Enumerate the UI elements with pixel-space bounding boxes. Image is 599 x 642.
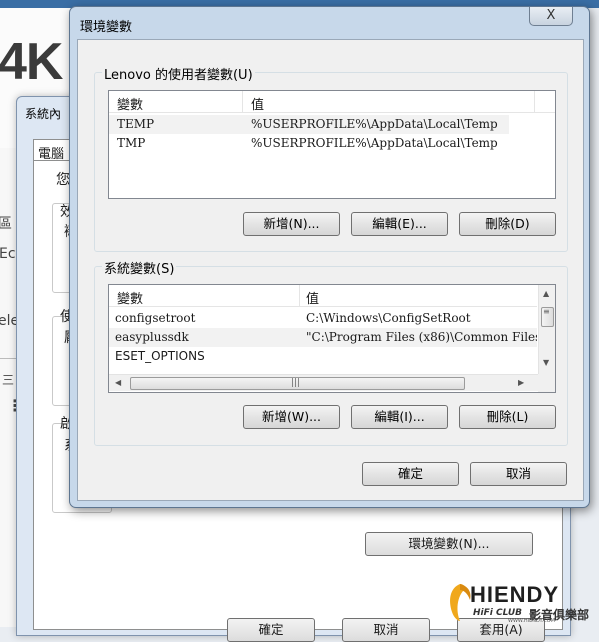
dialog-title: 環境變數 (80, 20, 133, 35)
column-header-value[interactable]: 值 (306, 288, 319, 307)
variable-value: %USERPROFILE%\AppData\Local\Temp (251, 136, 498, 150)
system-edit-button[interactable]: 編輯(I)... (351, 405, 448, 429)
scroll-right-icon[interactable]: ▶ (518, 379, 524, 387)
variable-name: TEMP (117, 117, 155, 131)
cancel-button[interactable]: 取消 (470, 462, 567, 486)
dialog-body: Lenovo 的使用者變數(U) 變數 值 TEMP %USERPROFILE%… (77, 39, 584, 501)
background-fragment: Ec (0, 246, 16, 262)
column-header-variable[interactable]: 變數 (117, 288, 143, 307)
system-variables-label: 系統變數(S) (102, 258, 177, 277)
list-header: 變數 值 (109, 91, 555, 113)
table-row[interactable]: TMP %USERPROFILE%\AppData\Local\Temp (109, 134, 509, 153)
system-delete-button[interactable]: 刪除(L) (459, 405, 556, 429)
system-variables-group: 系統變數(S) 變數 值 configsetroot C:\Windows\Co… (94, 258, 568, 446)
column-header-variable[interactable]: 變數 (117, 94, 143, 113)
close-icon: X (546, 8, 556, 23)
scrollbar-thumb[interactable]: ||| (130, 377, 465, 390)
column-separator[interactable] (534, 91, 535, 113)
ok-button[interactable]: 確定 (362, 462, 459, 486)
user-variables-group: Lenovo 的使用者變數(U) 變數 值 TEMP %USERPROFILE%… (94, 64, 568, 252)
scroll-corner (538, 374, 555, 392)
scroll-left-icon[interactable]: ◀ (115, 379, 121, 387)
window-title: 系統內 (25, 107, 62, 121)
background-fragment: 區 (0, 216, 12, 232)
system-variables-list[interactable]: 變數 值 configsetroot C:\Windows\ConfigSetR… (108, 284, 556, 393)
user-variables-list[interactable]: 變數 值 TEMP %USERPROFILE%\AppData\Local\Te… (108, 90, 556, 199)
column-separator[interactable] (299, 285, 300, 307)
variable-value: C:\Windows\ConfigSetRoot (306, 311, 471, 325)
scroll-down-icon[interactable]: ▼ (543, 359, 549, 367)
panel-text-fragment: 您 (56, 172, 70, 188)
user-variables-label: Lenovo 的使用者變數(U) (102, 64, 255, 83)
vertical-scrollbar[interactable]: ▲ ≡ ▼ (538, 285, 555, 375)
background-heading: 4K (0, 33, 63, 91)
system-new-button[interactable]: 新增(W)... (243, 405, 340, 429)
scrollbar-thumb[interactable]: ≡ (541, 307, 554, 327)
background-fragment: 三 (2, 373, 15, 387)
watermark-url: WWW.HIENDY.COM (508, 618, 555, 624)
watermark-subtitle: HiFi CLUB (473, 608, 522, 618)
variable-name: ESET_OPTIONS (115, 349, 205, 363)
watermark: HIENDY HiFi CLUB 影音俱樂部 WWW.HIENDY.COM (446, 582, 596, 624)
scroll-up-icon[interactable]: ▲ (543, 290, 549, 298)
tab-computer[interactable]: 電腦 (33, 139, 73, 162)
column-header-value[interactable]: 值 (251, 94, 264, 113)
variable-name: configsetroot (115, 311, 196, 325)
variable-name: TMP (117, 136, 146, 150)
horizontal-scrollbar[interactable]: ◀ ||| ▶ (109, 374, 538, 391)
watermark-title: HIENDY (470, 582, 560, 607)
grip-icon: ≡ (543, 307, 550, 316)
list-header: 變數 值 (109, 285, 537, 307)
grip-icon: ||| (291, 378, 301, 388)
user-new-button[interactable]: 新增(N)... (243, 212, 340, 236)
table-row[interactable]: configsetroot C:\Windows\ConfigSetRoot (109, 309, 537, 328)
user-edit-button[interactable]: 編輯(E)... (351, 212, 448, 236)
cancel-button[interactable]: 取消 (342, 618, 430, 642)
user-delete-button[interactable]: 刪除(D) (459, 212, 556, 236)
table-row[interactable]: ESET_OPTIONS (109, 347, 537, 366)
environment-variables-dialog: 環境變數 X Lenovo 的使用者變數(U) 變數 值 TEMP %USERP… (69, 6, 590, 508)
table-row[interactable]: TEMP %USERPROFILE%\AppData\Local\Temp (109, 115, 509, 134)
variable-value: %USERPROFILE%\AppData\Local\Temp (251, 117, 498, 131)
close-button[interactable]: X (529, 7, 573, 26)
environment-variables-button[interactable]: 環境變數(N)... (365, 532, 533, 556)
ok-button[interactable]: 確定 (227, 618, 315, 642)
variable-value: "C:\Program Files (x86)\Common Files\ (306, 330, 537, 344)
table-row[interactable]: easyplussdk "C:\Program Files (x86)\Comm… (109, 328, 537, 347)
column-separator[interactable] (242, 91, 243, 113)
variable-name: easyplussdk (115, 330, 189, 344)
